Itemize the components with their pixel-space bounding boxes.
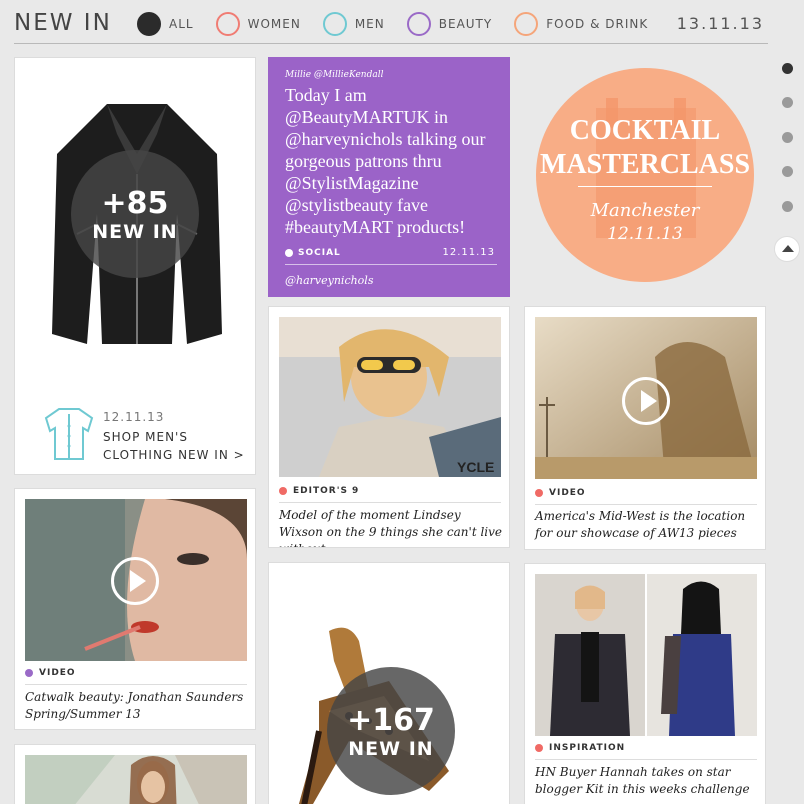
- filter-beauty[interactable]: BEAUTY: [406, 12, 493, 36]
- new-in-label: NEW IN: [92, 221, 178, 243]
- video-midwest-card[interactable]: VIDEO America's Mid-West is the location…: [524, 306, 766, 550]
- social-tweet-card[interactable]: Millie @MillieKendall Today I am @Beauty…: [268, 57, 510, 297]
- top-bar: NEW IN ALL WOMEN MEN BEAUTY FOOD & DRINK…: [14, 0, 768, 44]
- divider: [535, 759, 757, 760]
- cocktail-date: 12.11.13: [607, 224, 683, 244]
- page-dot-1[interactable]: [782, 63, 793, 74]
- model-photo: YCLE: [279, 317, 501, 477]
- cocktail-title-line1: COCKTAIL: [569, 115, 721, 146]
- filter-dot-icon: [215, 12, 240, 36]
- tag-label: EDITOR'S 9: [293, 486, 360, 496]
- video-tag: VIDEO: [535, 488, 586, 498]
- shop-mens-line2: CLOTHING NEW IN >: [103, 448, 245, 462]
- filter-men[interactable]: MEN: [322, 12, 385, 36]
- tag-label: VIDEO: [39, 668, 76, 678]
- inspiration-tag: INSPIRATION: [535, 743, 625, 753]
- new-in-count-badge: +167 NEW IN: [327, 667, 455, 795]
- social-handle[interactable]: @harveynichols: [285, 274, 373, 287]
- bottom-left-card[interactable]: [14, 744, 256, 804]
- tweet-text: Today I am @BeautyMARTUK in @harveynicho…: [285, 85, 486, 237]
- new-in-count: +167: [347, 703, 435, 738]
- cocktail-divider: [578, 186, 712, 187]
- page-dot-2[interactable]: [782, 97, 793, 108]
- shirt-icon: [44, 408, 94, 460]
- new-in-count-badge: +85 NEW IN: [71, 150, 199, 278]
- category-filters: ALL WOMEN MEN BEAUTY FOOD & DRINK: [137, 12, 670, 36]
- divider: [535, 504, 757, 505]
- new-in-label: NEW IN: [348, 738, 434, 760]
- image-text: YCLE: [457, 459, 494, 475]
- cocktail-title-line2: MASTERCLASS: [539, 149, 751, 180]
- filter-women[interactable]: WOMEN: [215, 12, 301, 36]
- play-button-icon[interactable]: [622, 377, 670, 425]
- new-in-count: +85: [101, 186, 169, 221]
- buyer-blogger-photo: [535, 574, 757, 736]
- divider: [279, 502, 501, 503]
- editors-caption: Model of the moment Lindsey Wixson on th…: [279, 508, 503, 547]
- filter-all[interactable]: ALL: [137, 12, 194, 36]
- social-divider: [285, 264, 497, 265]
- social-tag-label: SOCIAL: [298, 248, 341, 258]
- filter-dot-icon: [322, 12, 347, 36]
- video-midwest-caption: America's Mid-West is the location for o…: [535, 509, 746, 540]
- play-button-icon[interactable]: [111, 557, 159, 605]
- video-beauty-card[interactable]: VIDEO Catwalk beauty: Jonathan Saunders …: [14, 488, 256, 730]
- tag-dot-icon: [25, 669, 33, 677]
- editors-nine-card[interactable]: YCLE EDITOR'S 9 Model of the moment Lind…: [268, 306, 510, 548]
- scroll-up-icon[interactable]: [774, 236, 800, 262]
- social-dot-icon: [285, 249, 293, 257]
- inspiration-card[interactable]: INSPIRATION HN Buyer Hannah takes on sta…: [524, 563, 766, 804]
- filter-label: BEAUTY: [438, 17, 493, 31]
- filter-label: FOOD & DRINK: [546, 17, 649, 31]
- social-date: 12.11.13: [442, 247, 495, 258]
- filter-dot-icon: [514, 12, 539, 36]
- tag-dot-icon: [535, 744, 543, 752]
- tweet-author: Millie @MillieKendall: [285, 70, 384, 80]
- editors-tag: EDITOR'S 9: [279, 486, 359, 496]
- video-beauty-caption: Catwalk beauty: Jonathan Saunders Spring…: [25, 690, 244, 721]
- header-date: 13.11.13: [676, 14, 764, 33]
- cocktail-masterclass-promo[interactable]: COCKTAIL MASTERCLASS Manchester 12.11.13: [536, 68, 754, 282]
- woman-photo: [25, 755, 247, 804]
- shop-mens-line1: SHOP MEN'S: [103, 430, 188, 444]
- inspiration-caption: HN Buyer Hannah takes on star blogger Ki…: [535, 765, 750, 796]
- cocktail-title: COCKTAIL MASTERCLASS: [536, 114, 754, 182]
- tag-dot-icon: [535, 489, 543, 497]
- filter-dot-icon: [406, 12, 431, 36]
- divider: [25, 684, 247, 685]
- filter-label: MEN: [354, 17, 385, 31]
- filter-dot-icon: [137, 12, 161, 36]
- shoes-new-in-card[interactable]: +167 NEW IN: [268, 562, 510, 804]
- cocktail-place: Manchester: [590, 200, 700, 221]
- page-title: NEW IN: [14, 10, 112, 36]
- mens-date: 12.11.13: [103, 410, 165, 424]
- social-tag: SOCIAL: [285, 248, 341, 258]
- filter-label: ALL: [169, 17, 194, 31]
- shop-mens-link[interactable]: SHOP MEN'S CLOTHING NEW IN >: [103, 428, 245, 464]
- tag-dot-icon: [279, 487, 287, 495]
- page-dot-4[interactable]: [782, 166, 793, 177]
- video-tag: VIDEO: [25, 668, 76, 678]
- page-dot-5[interactable]: [782, 201, 793, 212]
- tag-label: VIDEO: [549, 488, 586, 498]
- tag-label: INSPIRATION: [549, 743, 626, 753]
- filter-label: WOMEN: [247, 17, 301, 31]
- mens-new-in-card[interactable]: +85 NEW IN 12.11.13 SHOP MEN'S CLOTHING …: [14, 57, 256, 475]
- page-dot-3[interactable]: [782, 132, 793, 143]
- filter-food-drink[interactable]: FOOD & DRINK: [514, 12, 648, 36]
